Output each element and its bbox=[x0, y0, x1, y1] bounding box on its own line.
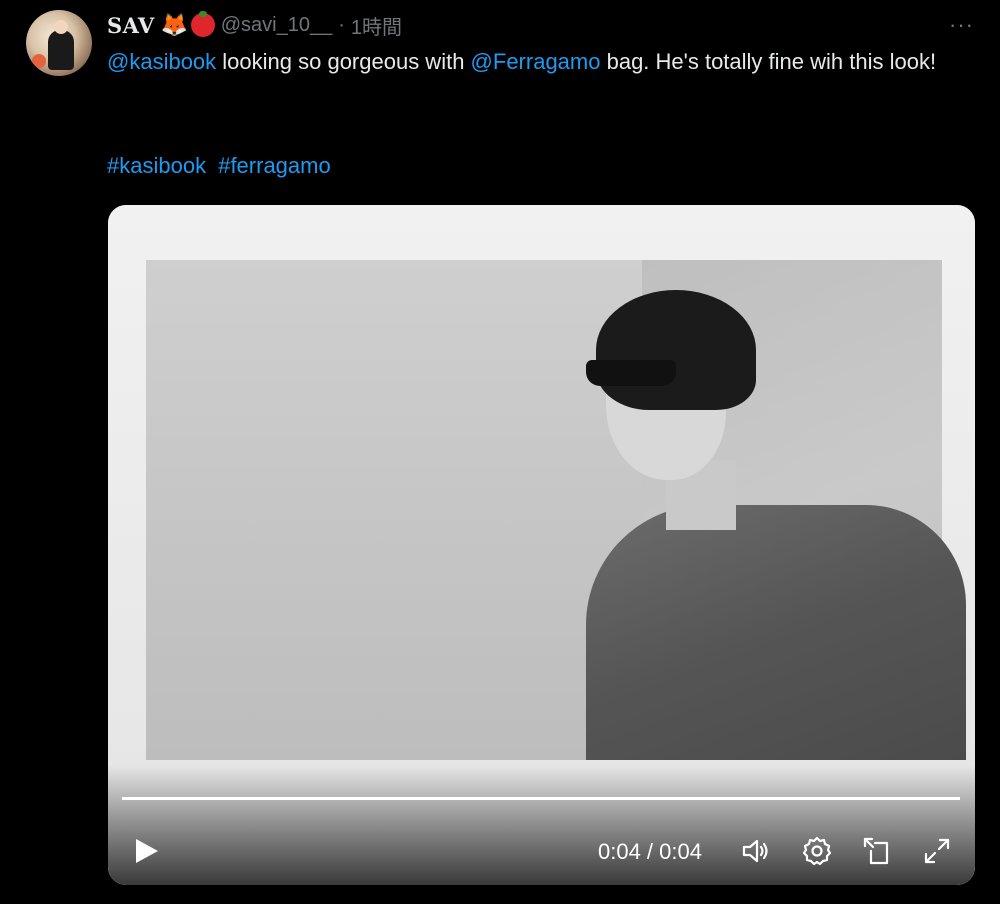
person-figure bbox=[586, 290, 966, 760]
sunglasses bbox=[586, 360, 676, 386]
display-name[interactable]: SAV bbox=[107, 13, 155, 38]
mention-link[interactable]: @kasibook bbox=[107, 49, 216, 74]
hashtags: #kasibook #ferragamo bbox=[107, 148, 337, 184]
picture-in-picture-icon[interactable] bbox=[861, 835, 893, 867]
separator: · bbox=[338, 13, 345, 36]
volume-icon[interactable] bbox=[740, 835, 772, 867]
more-options-icon[interactable]: ··· bbox=[949, 12, 974, 38]
tweet-text-part: looking so gorgeous with bbox=[216, 49, 471, 74]
tweet: SAV 🦊 @savi_10__ · 1時間 ··· @kasibook loo… bbox=[0, 0, 1000, 904]
hashtag-link[interactable]: #ferragamo bbox=[218, 153, 331, 178]
avatar[interactable] bbox=[26, 10, 92, 76]
video-progress-bar[interactable] bbox=[122, 797, 960, 800]
mention-link[interactable]: @Ferragamo bbox=[471, 49, 601, 74]
avatar-face bbox=[54, 20, 68, 34]
tomato-emoji-icon bbox=[190, 11, 215, 37]
tweet-header: SAV 🦊 @savi_10__ · 1時間 bbox=[107, 10, 402, 40]
user-handle[interactable]: @savi_10__ bbox=[221, 14, 332, 37]
fullscreen-icon[interactable] bbox=[921, 835, 953, 867]
tweet-text-part: bag. He's totally fine wih this look! bbox=[600, 49, 937, 74]
settings-icon[interactable] bbox=[801, 835, 833, 867]
sweater bbox=[586, 505, 966, 760]
video-player[interactable]: 0:04 / 0:04 bbox=[108, 205, 975, 885]
tweet-text: @kasibook looking so gorgeous with @Ferr… bbox=[107, 44, 977, 80]
video-controls: 0:04 / 0:04 bbox=[108, 813, 975, 885]
avatar-accent bbox=[32, 54, 46, 68]
video-image bbox=[146, 260, 966, 760]
timestamp[interactable]: 1時間 bbox=[351, 11, 402, 40]
hair bbox=[596, 290, 756, 410]
video-progress-fill bbox=[122, 797, 960, 800]
avatar-figure bbox=[48, 30, 74, 70]
play-icon[interactable] bbox=[130, 835, 162, 867]
hashtag-link[interactable]: #kasibook bbox=[107, 153, 206, 178]
video-time: 0:04 / 0:04 bbox=[598, 839, 702, 864]
fox-emoji-icon: 🦊 bbox=[160, 12, 189, 37]
